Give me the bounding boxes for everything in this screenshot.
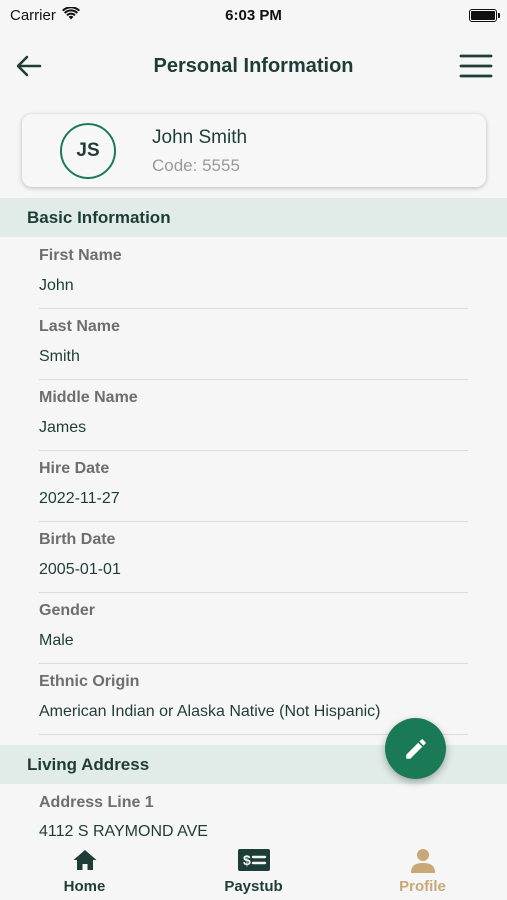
tab-bar: Home $ Paystub Profile	[0, 843, 507, 900]
svg-text:$: $	[243, 852, 251, 868]
field-middle-name: Middle Name James	[39, 380, 468, 451]
field-label: Birth Date	[39, 531, 116, 548]
field-value: 2022-11-27	[39, 490, 120, 507]
status-left: Carrier	[10, 5, 80, 24]
field-label: Gender	[39, 602, 96, 619]
avatar: JS	[60, 123, 116, 179]
battery-icon	[469, 8, 500, 22]
nav-bar: Personal Information	[0, 40, 507, 92]
field-value: 2005-01-01	[39, 561, 121, 578]
field-label: Ethnic Origin	[39, 673, 140, 690]
person-icon	[410, 849, 435, 873]
tab-label: Paystub	[224, 878, 283, 895]
battery-fill	[471, 10, 495, 20]
arrow-left-icon	[16, 55, 42, 77]
field-value: Male	[39, 632, 74, 649]
field-label: Middle Name	[39, 389, 138, 406]
page-title: Personal Information	[153, 54, 354, 77]
field-value: Smith	[39, 348, 80, 365]
menu-button[interactable]	[459, 52, 493, 80]
field-first-name: First Name John	[39, 238, 468, 309]
edit-button[interactable]	[385, 718, 446, 779]
pencil-icon	[405, 738, 426, 759]
field-value: James	[39, 419, 87, 436]
tab-profile[interactable]: Profile	[338, 843, 507, 900]
tab-label: Profile	[399, 878, 446, 895]
field-hire-date: Hire Date 2022-11-27	[39, 451, 468, 522]
field-birth-date: Birth Date 2005-01-01	[39, 522, 468, 593]
hamburger-menu-icon	[459, 54, 493, 78]
field-label: Last Name	[39, 318, 120, 335]
section-header-basic-information: Basic Information	[0, 198, 507, 237]
profile-name: John Smith	[152, 127, 248, 148]
profile-code: Code: 5555	[152, 156, 240, 175]
field-label: Hire Date	[39, 460, 110, 477]
status-bar: Carrier 6:03 PM	[0, 0, 507, 30]
tab-label: Home	[63, 878, 106, 895]
tab-home[interactable]: Home	[0, 843, 169, 900]
carrier-label: Carrier	[10, 6, 56, 24]
field-value: John	[39, 277, 74, 294]
paystub-icon: $	[237, 849, 270, 871]
field-label: First Name	[39, 247, 122, 264]
field-value: American Indian or Alaska Native (Not Hi…	[39, 703, 381, 720]
profile-card: JS John Smith Code: 5555	[22, 114, 486, 187]
tab-paystub[interactable]: $ Paystub	[169, 843, 338, 900]
back-button[interactable]	[14, 52, 44, 80]
home-icon	[73, 850, 96, 870]
field-last-name: Last Name Smith	[39, 309, 468, 380]
field-value: 4112 S RAYMOND AVE	[39, 823, 208, 840]
wifi-icon	[61, 5, 80, 24]
field-gender: Gender Male	[39, 593, 468, 664]
field-label: Address Line 1	[39, 794, 154, 811]
